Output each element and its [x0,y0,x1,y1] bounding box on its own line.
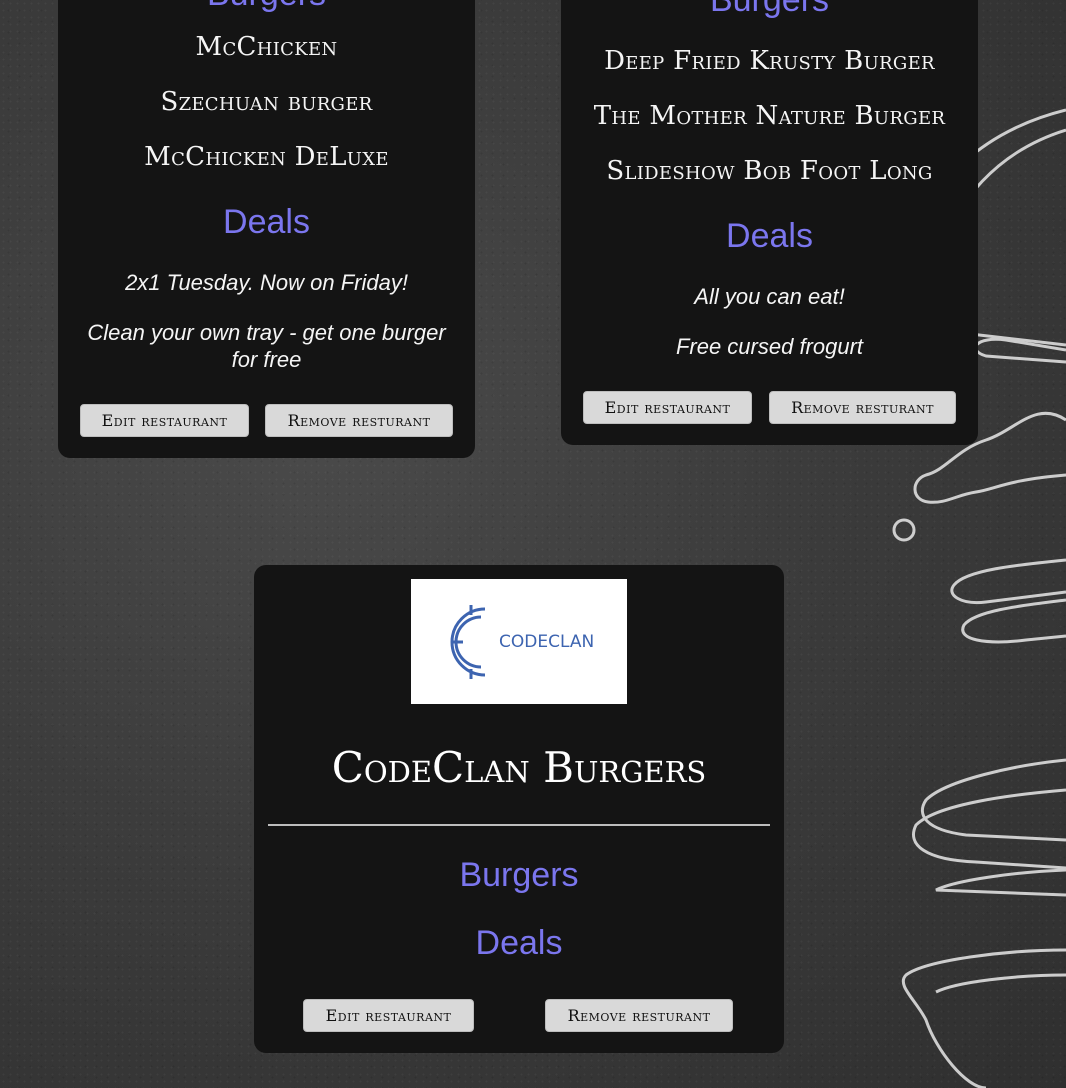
deal-item: All you can eat! [694,284,845,309]
deal-item: 2x1 Tuesday. Now on Friday! [125,270,408,295]
codeclan-logo-icon: CODECLAN [450,605,594,679]
edit-restaurant-button[interactable]: Edit restaurant [80,404,249,437]
edit-restaurant-button[interactable]: Edit restaurant [303,999,474,1032]
remove-restaurant-button[interactable]: Remove resturant [545,999,733,1032]
svg-text:CODECLAN: CODECLAN [499,632,594,652]
burger-item: Deep Fried Krusty Burger [604,46,935,76]
burgers-heading: Burgers [459,856,579,894]
burger-item: McChicken DeLuxe [144,142,389,172]
burgers-heading: Burgers [58,0,475,14]
restaurant-card: CODECLAN CodeClan Burgers Burgers Deals … [254,565,784,1053]
restaurant-logo: CODECLAN [411,579,627,704]
burgers-heading: Burgers [709,0,830,19]
burger-item: McChicken [195,32,338,62]
deals-heading: Deals [475,924,563,962]
burger-item: Szechuan burger [160,87,373,117]
deals-heading: Deals [223,203,310,241]
burger-item: The Mother Nature Burger [593,101,946,131]
remove-restaurant-button[interactable]: Remove resturant [769,391,956,424]
restaurant-card: Burgers Deep Fried Krusty Burger The Mot… [561,0,978,445]
burger-item: Slideshow Bob Foot Long [606,156,933,186]
divider [268,824,770,826]
deal-item: Clean your own tray - get one burger for… [87,320,446,372]
edit-restaurant-button[interactable]: Edit restaurant [583,391,752,424]
deals-heading: Deals [726,217,813,255]
restaurant-name: CodeClan Burgers [331,743,707,792]
deal-item: Free cursed frogurt [675,334,864,359]
remove-restaurant-button[interactable]: Remove resturant [265,404,453,437]
restaurant-card: Burgers McChicken Szechuan burger McChic… [58,0,475,458]
